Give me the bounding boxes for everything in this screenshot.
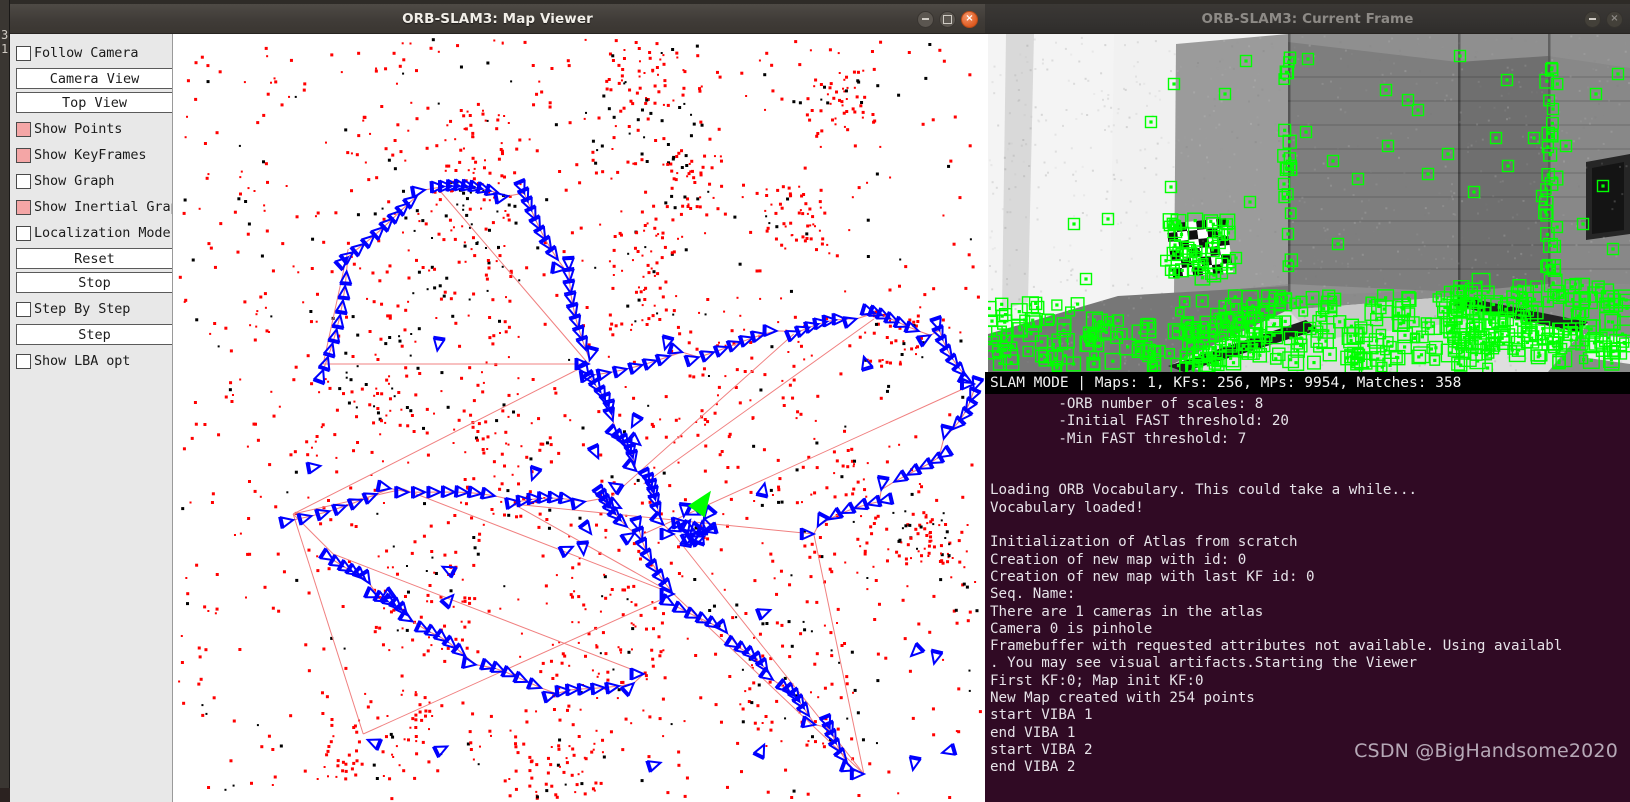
map-viewer-titlebar[interactable]: ORB-SLAM3: Map Viewer ×: [10, 4, 985, 34]
show-points-checkbox[interactable]: [16, 121, 31, 137]
minimize-icon[interactable]: [1584, 10, 1601, 28]
map-viewer-sidebar: Follow Camera Camera View Top View Show …: [10, 34, 173, 802]
current-frame-body: SLAM MODE | Maps: 1, KFs: 256, MPs: 9954…: [985, 34, 1630, 802]
sidebar-item-step-by-step[interactable]: Step By Step: [16, 296, 168, 322]
show-inertial-graph-label: Show Inertial Graph: [34, 199, 173, 215]
map-viewer-window-controls: ×: [917, 4, 978, 34]
terminal-line: Creation of new map with id: 0: [990, 551, 1247, 568]
minimize-icon[interactable]: [917, 10, 934, 28]
map-viewer-window: ORB-SLAM3: Map Viewer × Follow Camera Ca…: [10, 4, 985, 802]
close-glyph: ×: [1610, 13, 1619, 24]
map-point-cloud: [178, 38, 985, 801]
terminal-line: There are 1 cameras in the atlas: [990, 603, 1264, 620]
terminal-line: Seq. Name:: [990, 586, 1076, 603]
show-inertial-graph-checkbox[interactable]: [16, 199, 31, 215]
sidebar-item-show-points[interactable]: Show Points: [16, 116, 168, 142]
follow-camera-checkbox[interactable]: [16, 45, 31, 61]
terminal-line: Framebuffer with requested attributes no…: [990, 638, 1563, 655]
sidebar-item-show-lba-opt[interactable]: Show LBA opt: [16, 348, 168, 374]
terminal-line: -Initial FAST threshold: 20: [990, 413, 1289, 430]
sidebar-item-show-inertial-graph[interactable]: Show Inertial Graph: [16, 194, 172, 220]
close-icon[interactable]: ×: [1606, 10, 1623, 28]
show-lba-opt-label: Show LBA opt: [34, 353, 131, 369]
camera-view-button[interactable]: Camera View: [16, 68, 172, 89]
watermark-label: CSDN @BigHandsome2020: [1354, 740, 1618, 762]
sidebar-item-show-keyframes[interactable]: Show KeyFrames: [16, 142, 168, 168]
terminal-line: First KF:0; Map init KF:0: [990, 672, 1204, 689]
map-3d-viewport[interactable]: [173, 34, 985, 802]
slam-status-text: SLAM MODE | Maps: 1, KFs: 256, MPs: 9954…: [990, 375, 1462, 391]
current-frame-window-controls: ×: [1584, 4, 1623, 34]
current-frame-title: ORB-SLAM3: Current Frame: [1201, 10, 1414, 27]
current-frame-window: ORB-SLAM3: Current Frame × SLAM MODE | M…: [985, 4, 1630, 802]
show-keyframes-checkbox[interactable]: [16, 147, 31, 163]
map-viewer-body: Follow Camera Camera View Top View Show …: [10, 34, 985, 802]
step-by-step-label: Step By Step: [34, 301, 131, 317]
terminal-line: Camera 0 is pinhole: [990, 620, 1153, 637]
reset-button[interactable]: Reset: [16, 248, 172, 269]
stop-button[interactable]: Stop: [16, 272, 172, 293]
show-graph-checkbox[interactable]: [16, 173, 31, 189]
camera-frame-image: [988, 34, 1630, 372]
top-view-button[interactable]: Top View: [16, 92, 172, 113]
current-frame-titlebar[interactable]: ORB-SLAM3: Current Frame ×: [985, 4, 1630, 34]
terminal-line: Initialization of Atlas from scratch: [990, 534, 1298, 551]
show-points-label: Show Points: [34, 121, 123, 137]
orb-feature-overlay: [988, 34, 1630, 372]
close-glyph: ×: [965, 13, 974, 24]
screen: 3 1 ausommite [[aus[al Hmal afim ,[menta…: [0, 0, 1630, 802]
terminal-line: Vocabulary loaded!: [990, 499, 1144, 516]
background-window-sliver[interactable]: 3 1: [0, 0, 10, 802]
close-icon[interactable]: ×: [961, 10, 978, 28]
show-graph-label: Show Graph: [34, 173, 115, 189]
terminal-line: start VIBA 1: [990, 707, 1093, 724]
step-by-step-checkbox[interactable]: [16, 301, 31, 317]
localization-mode-label: Localization Mode: [34, 225, 171, 241]
localization-mode-checkbox[interactable]: [16, 225, 31, 241]
maximize-icon[interactable]: [939, 10, 956, 28]
follow-camera-label: Follow Camera: [34, 45, 139, 61]
slam-status-bar: SLAM MODE | Maps: 1, KFs: 256, MPs: 9954…: [985, 372, 1630, 394]
terminal-line: -ORB number of scales: 8: [990, 396, 1264, 412]
terminal-line: . You may see visual artifacts.Starting …: [990, 655, 1418, 672]
step-button[interactable]: Step: [16, 324, 172, 345]
map-viewer-title: ORB-SLAM3: Map Viewer: [402, 10, 593, 27]
terminal-line: Loading ORB Vocabulary. This could take …: [990, 482, 1418, 499]
terminal-line: New Map created with 254 points: [990, 690, 1255, 707]
terminal-line: Creation of new map with last KF id: 0: [990, 568, 1315, 585]
background-window-text: 3 1: [1, 28, 9, 56]
show-keyframes-label: Show KeyFrames: [34, 147, 147, 163]
sidebar-item-follow-camera[interactable]: Follow Camera: [16, 40, 168, 66]
sidebar-item-localization-mode[interactable]: Localization Mode: [16, 220, 171, 246]
sidebar-item-show-graph[interactable]: Show Graph: [16, 168, 168, 194]
show-lba-opt-checkbox[interactable]: [16, 353, 31, 369]
terminal-line: -Min FAST threshold: 7: [990, 430, 1247, 447]
